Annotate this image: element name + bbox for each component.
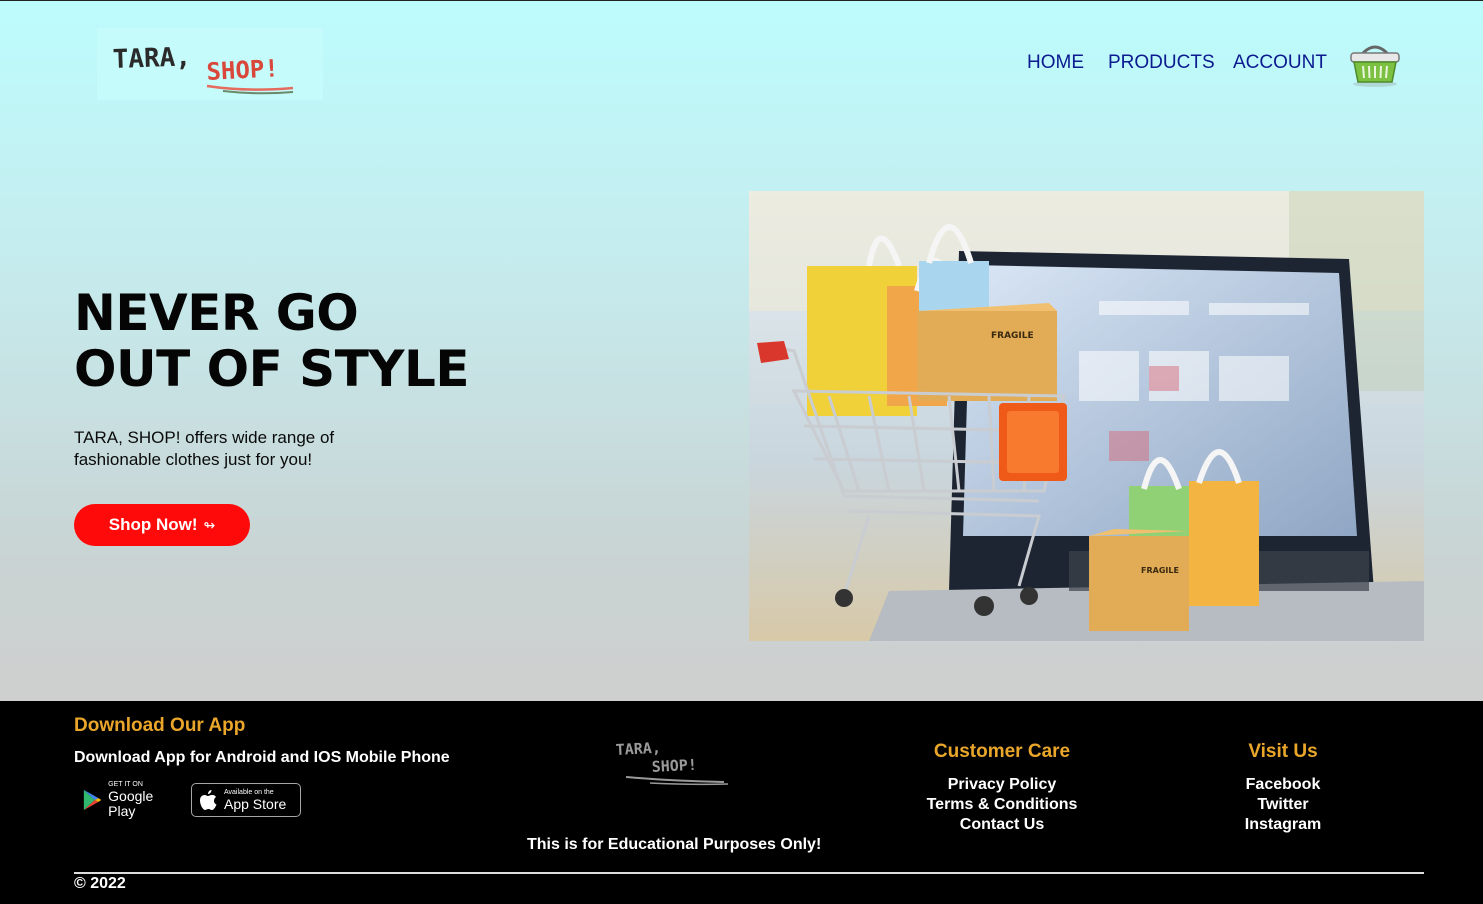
headline-line-1: NEVER GO <box>74 284 359 342</box>
nav-account-link[interactable]: ACCOUNT <box>1233 52 1327 74</box>
shop-now-label: Shop Now! <box>108 515 198 534</box>
hero-section: TARA, SHOP! HOME PRODUCTS ACCOUNT NEVER … <box>0 1 1483 701</box>
shopping-basket-icon[interactable] <box>1348 39 1402 89</box>
site-logo[interactable]: TARA, SHOP! <box>97 28 323 100</box>
shop-now-button[interactable]: Shop Now! ↬ <box>74 504 250 546</box>
terms-conditions-link[interactable]: Terms & Conditions <box>927 795 1078 815</box>
svg-text:TARA,: TARA, <box>112 42 191 75</box>
contact-us-link[interactable]: Contact Us <box>960 815 1044 835</box>
svg-text:SHOP!: SHOP! <box>206 54 280 86</box>
arrow-icon: ↬ <box>203 516 216 533</box>
copyright-text: © 2022 <box>74 875 126 892</box>
visit-us-column: Visit Us Facebook Twitter Instagram <box>1213 741 1353 835</box>
nav-products-link[interactable]: PRODUCTS <box>1108 52 1215 74</box>
hero-tagline: TARA, SHOP! offers wide range of fashion… <box>74 428 335 469</box>
footer-logo-mark: TARA, SHOP! <box>615 739 729 786</box>
site-footer: Download Our App Download App for Androi… <box>0 701 1483 904</box>
app-store-big: App Store <box>224 795 287 812</box>
instagram-link[interactable]: Instagram <box>1245 815 1321 835</box>
app-store-badge[interactable]: Available on the App Store <box>191 783 301 817</box>
facebook-link[interactable]: Facebook <box>1246 775 1321 795</box>
hero-headline: NEVER GO OUT OF STYLE <box>74 285 594 397</box>
customer-care-column: Customer Care Privacy Policy Terms & Con… <box>902 741 1102 835</box>
svg-text:FRAGILE: FRAGILE <box>1141 566 1179 575</box>
logo-mark: TARA, SHOP! <box>112 42 294 95</box>
google-play-icon <box>83 789 102 811</box>
google-play-badge[interactable]: GET IT ON Google Play <box>74 781 186 819</box>
footer-divider <box>74 872 1424 874</box>
svg-text:TARA,: TARA, <box>615 739 661 759</box>
customer-care-title: Customer Care <box>933 741 1071 762</box>
headline-line-2: OUT OF STYLE <box>74 340 470 398</box>
svg-text:FRAGILE: FRAGILE <box>991 331 1034 341</box>
svg-text:SHOP!: SHOP! <box>651 756 697 776</box>
disclaimer-text: This is for Educational Purposes Only! <box>527 836 822 853</box>
google-play-big: Google Play <box>108 788 154 819</box>
download-app-title: Download Our App <box>74 715 246 736</box>
apple-icon <box>200 790 217 810</box>
twitter-link[interactable]: Twitter <box>1257 795 1308 815</box>
nav-home-link[interactable]: HOME <box>1027 52 1084 74</box>
privacy-policy-link[interactable]: Privacy Policy <box>948 775 1057 795</box>
download-app-subtitle: Download App for Android and IOS Mobile … <box>74 749 450 766</box>
footer-logo[interactable]: TARA, SHOP! <box>612 737 732 789</box>
visit-us-title: Visit Us <box>1248 741 1318 762</box>
hero-image: FRAGILE FRAGILE <box>749 191 1424 641</box>
